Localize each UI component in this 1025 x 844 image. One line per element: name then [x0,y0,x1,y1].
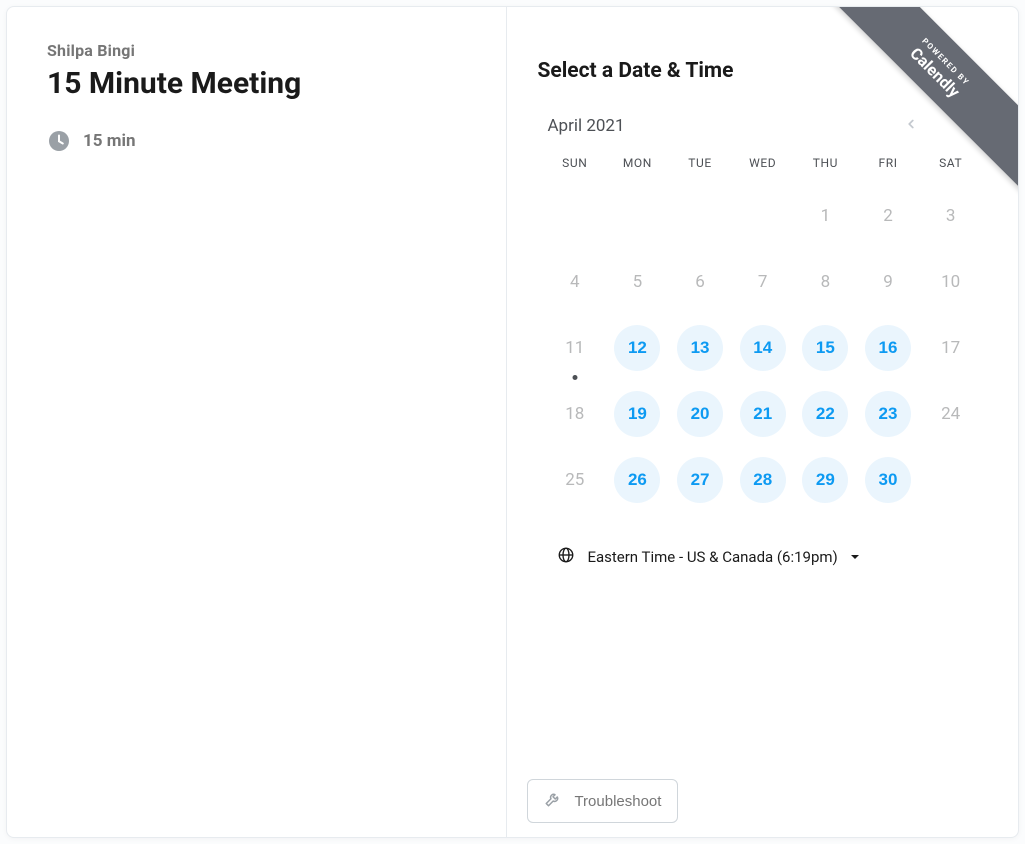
clock-icon [47,129,71,153]
timezone-button[interactable]: Eastern Time - US & Canada (6:19pm) [537,546,988,568]
calendar-day-unavailable: 4 [552,259,598,305]
calendar-cell [606,192,669,240]
calendar-day-available[interactable]: 12 [614,325,660,371]
calendar-cell: 7 [731,258,794,306]
wrench-icon [544,790,562,812]
weekday-header: TUE [669,156,732,170]
calendar-cell: 20 [669,390,732,438]
calendar-cell: 26 [606,456,669,504]
calendar-day-unavailable: 9 [865,259,911,305]
calendar-day-available[interactable]: 14 [740,325,786,371]
booking-card: Shilpa Bingi 15 Minute Meeting 15 min Se… [6,6,1019,838]
calendar-cell [919,456,982,504]
calendar-cell [731,192,794,240]
calendar-cell: 22 [794,390,857,438]
calendar-day-unavailable: 24 [928,391,974,437]
calendar-day-unavailable: 7 [740,259,786,305]
timezone-label: Eastern Time - US & Canada (6:19pm) [587,548,837,566]
calendar-day-unavailable: 5 [614,259,660,305]
event-title: 15 Minute Meeting [47,66,466,101]
calendar-cell: 5 [606,258,669,306]
event-details-panel: Shilpa Bingi 15 Minute Meeting 15 min [7,7,507,837]
powered-by-ribbon[interactable]: POWERED BY Calendly [818,7,1018,207]
calendar-cell: 8 [794,258,857,306]
calendar-cell: 25 [543,456,606,504]
calendar-cell: 11 [543,324,606,372]
calendar-cell: 29 [794,456,857,504]
calendar-day-unavailable: 6 [677,259,723,305]
calendar-cell: 12 [606,324,669,372]
calendar-day-unavailable: 11 [552,325,598,371]
calendar-cell: 10 [919,258,982,306]
calendar-day-unavailable: 8 [802,259,848,305]
weekday-header: WED [731,156,794,170]
calendar-day-available[interactable]: 20 [677,391,723,437]
calendar-cell: 15 [794,324,857,372]
calendar-cell: 23 [857,390,920,438]
calendar-cell: 16 [857,324,920,372]
calendar-cell [669,192,732,240]
calendar-grid: SUNMONTUEWEDTHUFRISAT1234567891011121314… [543,156,982,504]
event-duration-label: 15 min [83,131,136,151]
calendar-cell: 17 [919,324,982,372]
troubleshoot-button[interactable]: Troubleshoot [527,779,678,823]
calendar-day-available[interactable]: 29 [802,457,848,503]
globe-icon [557,546,575,568]
calendar-cell: 28 [731,456,794,504]
calendar-day-available[interactable]: 15 [802,325,848,371]
calendar-day-available[interactable]: 23 [865,391,911,437]
event-duration: 15 min [47,129,466,153]
troubleshoot-label: Troubleshoot [574,793,661,810]
calendar-cell: 19 [606,390,669,438]
calendar-day-available[interactable]: 16 [865,325,911,371]
host-name: Shilpa Bingi [47,41,466,60]
calendar-day-unavailable: 10 [928,259,974,305]
weekday-header: SUN [543,156,606,170]
calendar-cell: 27 [669,456,732,504]
calendar-cell: 21 [731,390,794,438]
ribbon-small-text: POWERED BY [829,7,1018,178]
calendar-day-available[interactable]: 21 [740,391,786,437]
calendar-day-available[interactable]: 19 [614,391,660,437]
calendar-day-available[interactable]: 22 [802,391,848,437]
calendar-day-available[interactable]: 30 [865,457,911,503]
calendar-cell: 24 [919,390,982,438]
calendar-cell: 18 [543,390,606,438]
calendar-cell: 9 [857,258,920,306]
caret-down-icon [850,548,860,566]
calendar-day-unavailable: 18 [552,391,598,437]
calendar-cell: 13 [669,324,732,372]
calendar-day-available[interactable]: 27 [677,457,723,503]
calendar-day-available[interactable]: 26 [614,457,660,503]
calendar-day-available[interactable]: 13 [677,325,723,371]
calendar-day-unavailable: 25 [552,457,598,503]
calendar-day-unavailable: 17 [928,325,974,371]
calendar-cell: 14 [731,324,794,372]
weekday-header: MON [606,156,669,170]
calendar-cell: 4 [543,258,606,306]
calendar-cell [543,192,606,240]
calendar-cell: 6 [669,258,732,306]
current-month-label: April 2021 [547,116,624,136]
calendar-cell: 30 [857,456,920,504]
calendar-day-available[interactable]: 28 [740,457,786,503]
